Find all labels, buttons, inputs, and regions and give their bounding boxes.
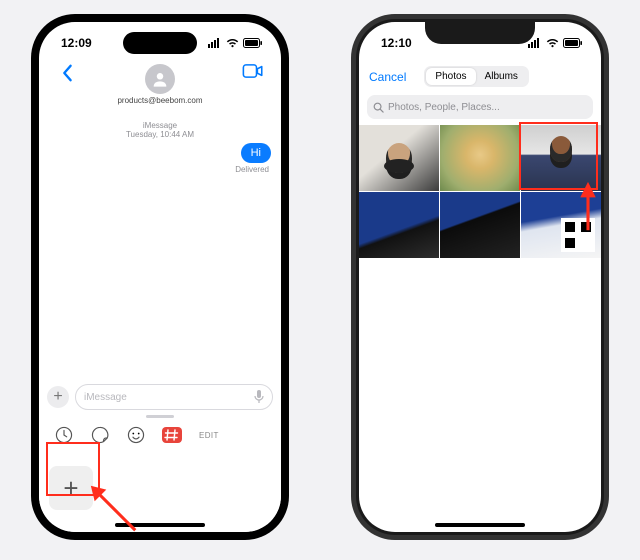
status-icons: [528, 38, 583, 48]
plus-icon: +: [53, 388, 62, 406]
chevron-left-icon: [60, 64, 74, 82]
search-placeholder: Photos, People, Places...: [388, 102, 500, 113]
messages-nav: products@beebom.com: [39, 64, 281, 115]
app-strip: EDIT: [39, 424, 281, 454]
screen-right: 12:10 Cancel Photos Albums Photos, Peopl…: [359, 22, 601, 532]
recents-app[interactable]: [53, 424, 75, 446]
plus-icon: +: [63, 473, 78, 504]
sheet-grabber[interactable]: [146, 415, 174, 418]
clock-icon: [55, 426, 73, 444]
search-icon: [373, 102, 384, 113]
photo-thumb-4[interactable]: [359, 192, 439, 258]
compose-field[interactable]: iMessage: [75, 384, 273, 410]
photo-thumb-6[interactable]: [521, 192, 601, 258]
thread-timestamp: iMessage Tuesday, 10:44 AM: [49, 121, 271, 139]
video-icon: [242, 64, 264, 78]
sent-bubble[interactable]: Hi: [241, 143, 271, 163]
cancel-button[interactable]: Cancel: [369, 70, 406, 84]
qr-icon: [561, 218, 595, 252]
home-indicator[interactable]: [115, 523, 205, 527]
compose-placeholder: iMessage: [84, 392, 127, 403]
compose-bar: + iMessage: [39, 378, 281, 412]
mic-icon: [254, 390, 264, 404]
smile-icon: [127, 426, 145, 444]
images-app[interactable]: [161, 424, 183, 446]
status-icons: [208, 38, 263, 48]
create-sticker-button[interactable]: +: [49, 466, 93, 510]
iphone-right: 12:10 Cancel Photos Albums Photos, Peopl…: [351, 14, 609, 540]
battery-icon: [563, 38, 583, 48]
screen-left: 12:09 products@beebom.com: [39, 22, 281, 532]
wifi-icon: [546, 38, 559, 48]
photo-thumb-2[interactable]: [440, 125, 520, 191]
photo-thumb-3[interactable]: [521, 125, 601, 191]
picker-search[interactable]: Photos, People, Places...: [367, 95, 593, 119]
attach-button[interactable]: +: [47, 386, 69, 408]
signal-icon: [208, 38, 222, 48]
status-time: 12:10: [381, 36, 412, 50]
contact-avatar[interactable]: [145, 64, 175, 94]
sticker-icon: [91, 426, 109, 444]
edit-apps-button[interactable]: EDIT: [199, 431, 219, 440]
status-time: 12:09: [61, 36, 92, 50]
battery-icon: [243, 38, 263, 48]
photo-thumb-5[interactable]: [440, 192, 520, 258]
photo-grid: [359, 125, 601, 258]
picker-segmented[interactable]: Photos Albums: [424, 66, 529, 87]
photo-thumb-1[interactable]: [359, 125, 439, 191]
message-thread[interactable]: iMessage Tuesday, 10:44 AM Hi Delivered: [39, 115, 281, 378]
wifi-icon: [226, 38, 239, 48]
dynamic-island: [123, 32, 197, 54]
memoji-app[interactable]: [125, 424, 147, 446]
segment-photos[interactable]: Photos: [426, 68, 475, 85]
segment-albums[interactable]: Albums: [476, 68, 527, 85]
stickers-app[interactable]: [89, 424, 111, 446]
picker-empty-space: [359, 258, 601, 532]
back-button[interactable]: [49, 64, 85, 82]
picker-nav: Cancel Photos Albums: [359, 64, 601, 95]
notch: [425, 22, 535, 44]
home-indicator[interactable]: [435, 523, 525, 527]
iphone-left: 12:09 products@beebom.com: [31, 14, 289, 540]
person-icon: [151, 70, 169, 88]
facetime-button[interactable]: [235, 64, 271, 78]
contact-name: products@beebom.com: [117, 96, 202, 105]
delivered-label: Delivered: [49, 165, 271, 174]
keyboard-area: +: [39, 454, 281, 532]
hashtag-icon: [162, 427, 182, 443]
